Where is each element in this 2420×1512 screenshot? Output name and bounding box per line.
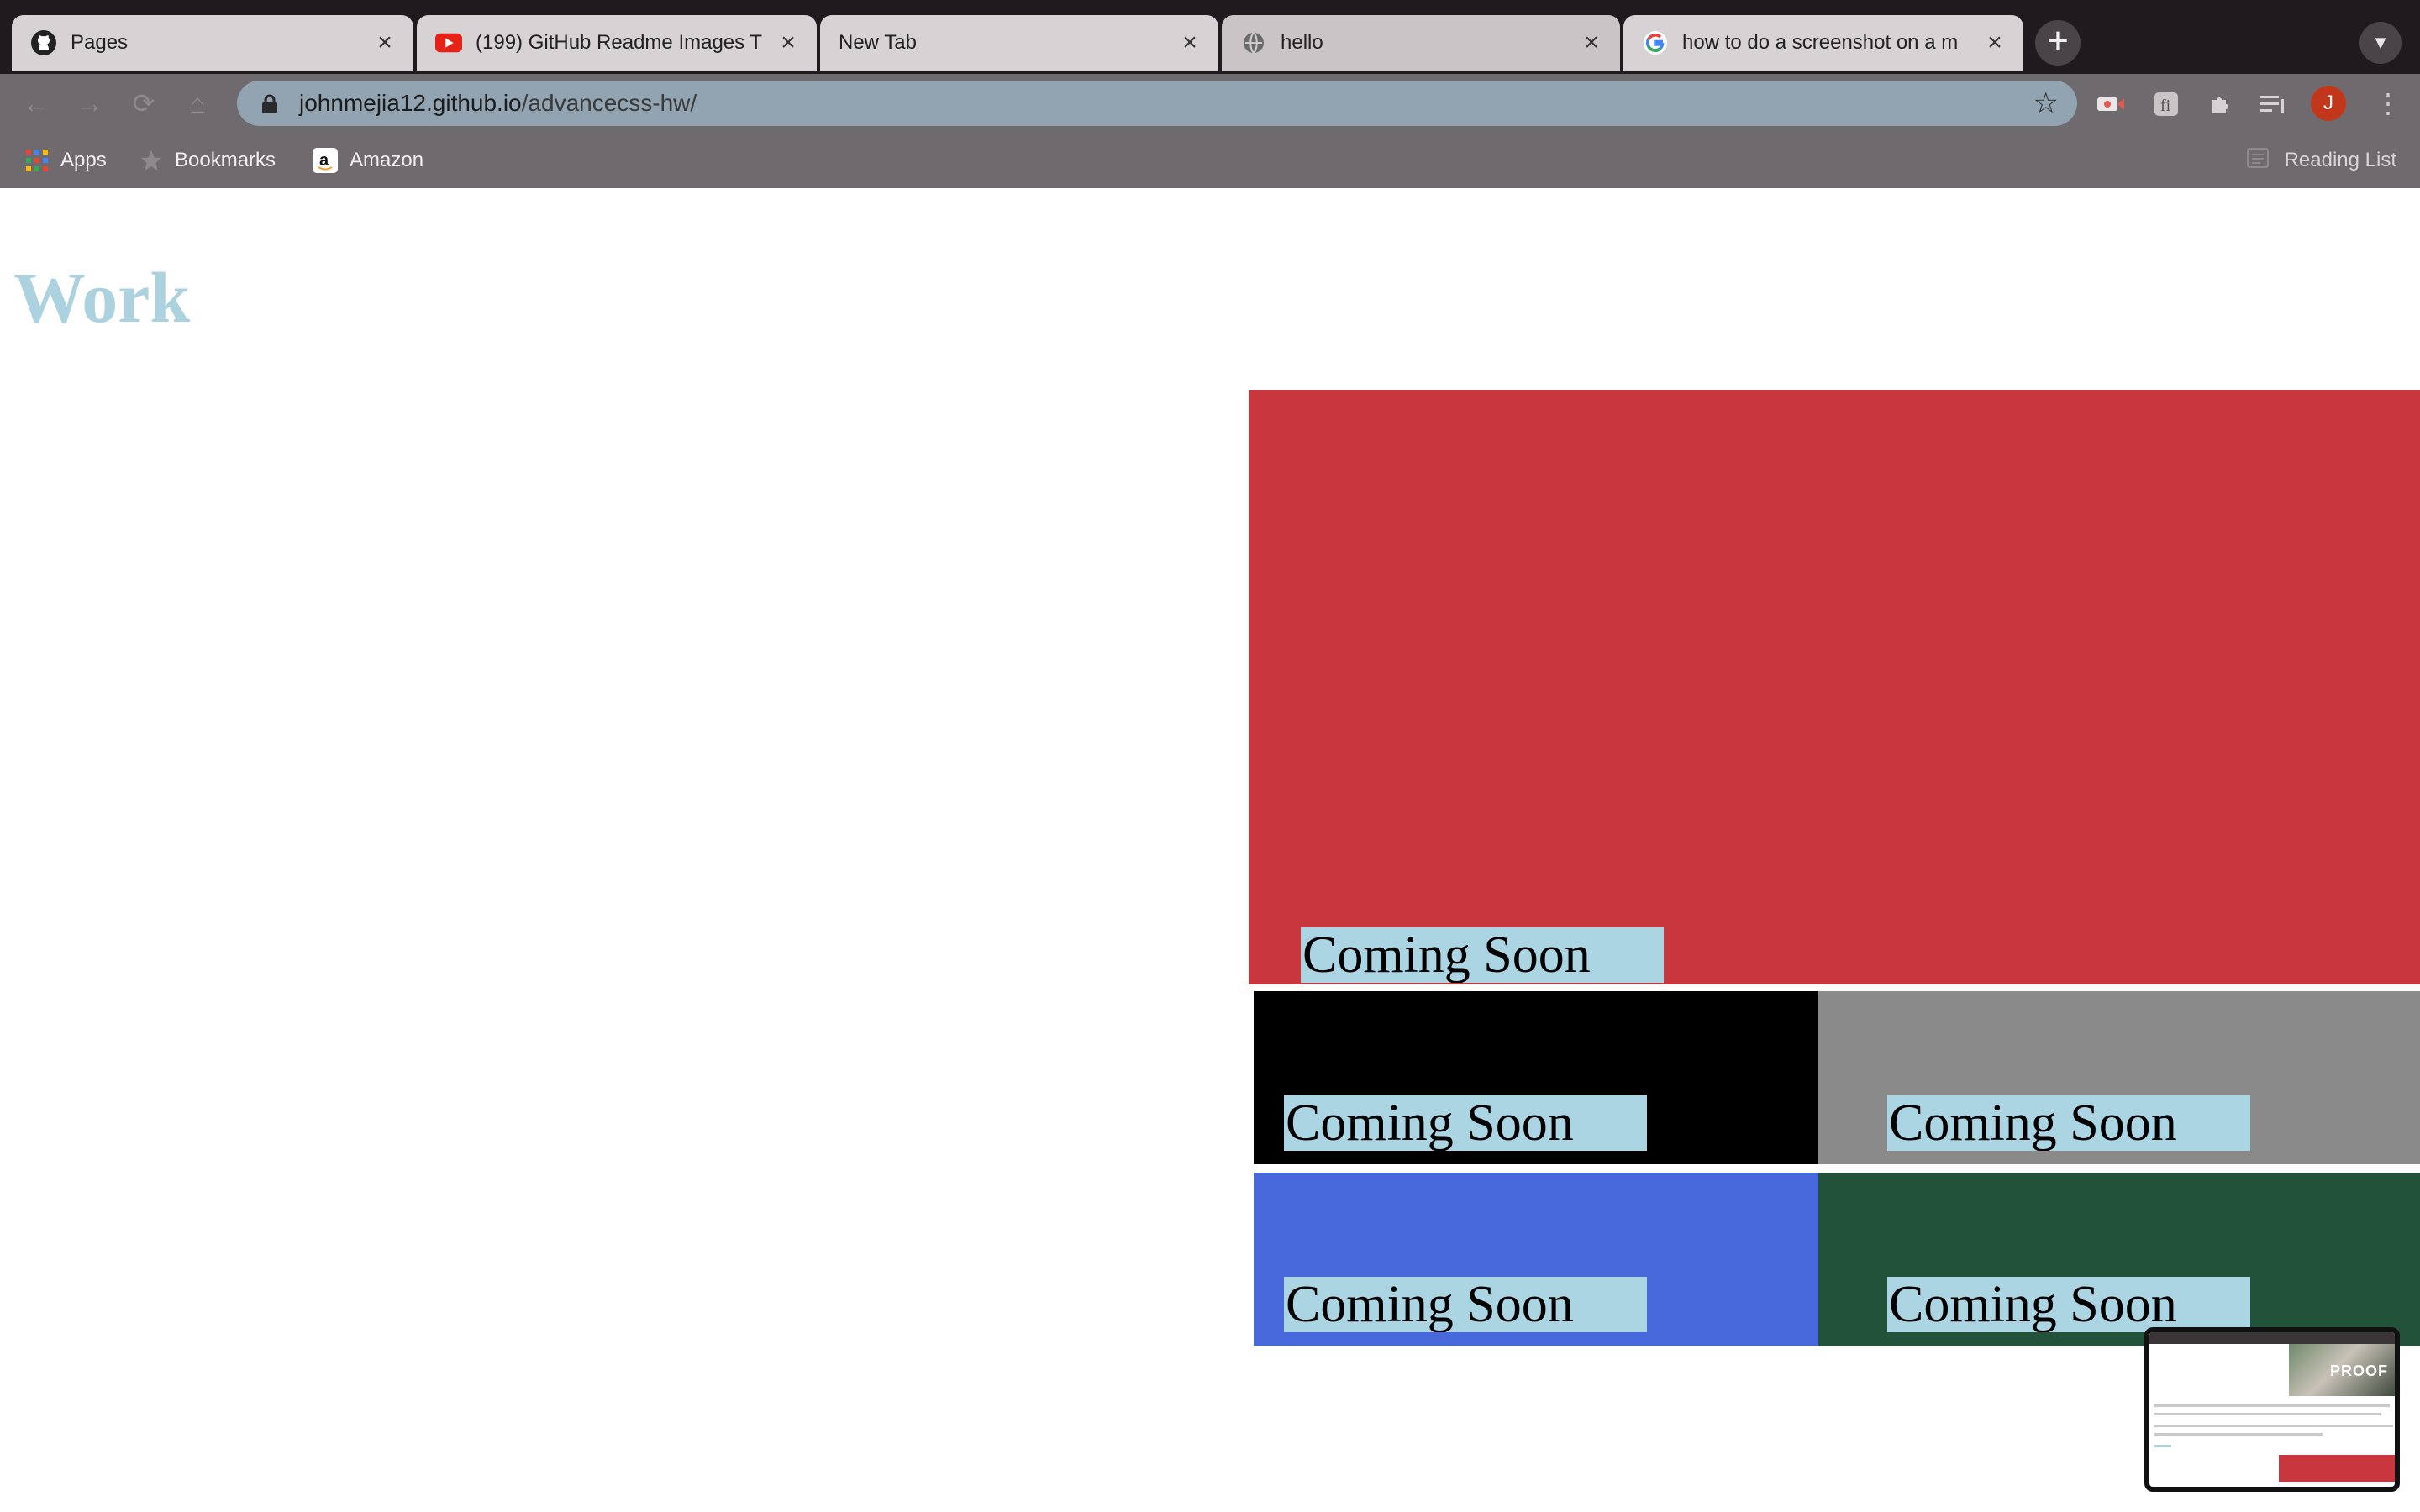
thumbnail-text-line — [2154, 1404, 2390, 1407]
bookmarks-bar: Apps Bookmarks a Amazon Reading List — [0, 133, 2420, 188]
youtube-icon — [435, 29, 462, 56]
tab-hello[interactable]: hello × — [1222, 15, 1620, 71]
work-tile-green: Coming Soon — [1818, 1173, 2420, 1346]
thumbnail-text-line — [2154, 1413, 2381, 1415]
thumbnail-preview: PROOF — [2149, 1332, 2395, 1487]
coming-soon-label: Coming Soon — [1284, 1277, 1647, 1332]
google-icon — [1642, 29, 1669, 56]
tab-new-tab[interactable]: New Tab × — [820, 15, 1218, 71]
svg-text:fi: fi — [2160, 97, 2171, 115]
bookmark-label: Apps — [60, 149, 107, 171]
tab-pages[interactable]: Pages × — [12, 15, 413, 71]
globe-icon — [1240, 29, 1267, 56]
bookmark-amazon[interactable]: a Amazon — [313, 133, 424, 188]
home-icon[interactable]: ⌂ — [178, 84, 217, 123]
url-host: johnmejia12.github.io — [299, 90, 522, 116]
work-tile-blue: Coming Soon — [1254, 1173, 1818, 1346]
tab-title: (199) GitHub Readme Images T — [476, 31, 763, 54]
coming-soon-label: Coming Soon — [1301, 927, 1664, 983]
font-extension-icon[interactable]: fi — [2151, 89, 2181, 119]
close-icon[interactable]: × — [1983, 30, 2007, 55]
tab-title: hello — [1281, 31, 1323, 54]
tab-title: Pages — [71, 31, 129, 54]
close-icon[interactable]: × — [373, 30, 397, 55]
reading-list-button[interactable]: Reading List — [2246, 133, 2396, 188]
puzzle-extensions-icon[interactable] — [2205, 89, 2235, 119]
thumbnail-red-block — [2279, 1455, 2395, 1482]
url-text: johnmejia12.github.io/advancecss-hw/ — [299, 90, 697, 117]
reload-icon[interactable]: ⟳ — [124, 84, 163, 123]
browser-toolbar: ← → ⟳ ⌂ johnmejia12.github.io/advancecss… — [0, 74, 2420, 133]
coming-soon-label: Coming Soon — [1284, 1095, 1647, 1151]
close-icon[interactable]: × — [1178, 30, 1202, 55]
video-extension-icon[interactable] — [2096, 89, 2126, 119]
lock-icon — [260, 94, 279, 113]
thumbnail-browser-bar — [2149, 1332, 2395, 1344]
tab-google-search[interactable]: how to do a screenshot on a m × — [1623, 15, 2023, 71]
thumbnail-heading — [2154, 1445, 2171, 1447]
chevron-down-icon: ▼ — [2371, 32, 2390, 53]
svg-text:a: a — [319, 151, 329, 170]
close-icon[interactable]: × — [776, 30, 800, 55]
github-icon — [30, 29, 57, 56]
bookmark-bookmarks[interactable]: Bookmarks — [139, 133, 276, 188]
reading-queue-icon[interactable] — [2257, 89, 2287, 119]
apps-grid-icon — [25, 149, 49, 172]
url-path: /advancecss-hw/ — [521, 90, 697, 116]
screenshot-thumbnail[interactable]: PROOF — [2144, 1327, 2400, 1492]
work-tile-black: Coming Soon — [1254, 991, 1818, 1164]
page-title: Work — [13, 257, 191, 338]
tab-search-button[interactable]: ▼ — [2360, 22, 2402, 64]
thumbnail-text-line — [2154, 1433, 2323, 1436]
tab-title: how to do a screenshot on a m — [1682, 31, 1959, 54]
star-icon — [139, 149, 163, 172]
work-tile-large: Coming Soon — [1249, 390, 2420, 984]
profile-avatar[interactable]: J — [2311, 86, 2346, 121]
thumbnail-photo-label: PROOF — [2329, 1362, 2388, 1379]
new-tab-button[interactable]: + — [2035, 20, 2081, 66]
work-tile-gray: Coming Soon — [1818, 991, 2420, 1164]
bookmark-label: Bookmarks — [175, 149, 276, 171]
tab-youtube[interactable]: (199) GitHub Readme Images T × — [417, 15, 817, 71]
coming-soon-label: Coming Soon — [1887, 1095, 2250, 1151]
bookmark-star-icon[interactable]: ☆ — [2033, 89, 2059, 118]
thumbnail-text-line — [2154, 1425, 2393, 1427]
tab-strip: Pages × (199) GitHub Readme Images T × N… — [0, 0, 2420, 74]
tab-title: New Tab — [839, 31, 917, 54]
back-arrow-icon[interactable]: ← — [17, 84, 55, 123]
more-menu-icon[interactable]: ⋮ — [2375, 86, 2402, 121]
reading-list-icon — [2246, 147, 2270, 175]
amazon-icon: a — [313, 148, 338, 173]
coming-soon-label: Coming Soon — [1887, 1277, 2250, 1332]
forward-arrow-icon[interactable]: → — [71, 84, 109, 123]
bookmark-apps[interactable]: Apps — [25, 133, 107, 188]
page-content: Work Coming Soon Coming Soon Coming Soon… — [0, 188, 2420, 1512]
thumbnail-photo: PROOF — [2289, 1344, 2395, 1396]
close-icon[interactable]: × — [1580, 30, 1603, 55]
address-bar[interactable]: johnmejia12.github.io/advancecss-hw/ ☆ — [237, 81, 2077, 126]
reading-list-label: Reading List — [2284, 149, 2396, 171]
bookmark-label: Amazon — [350, 149, 424, 171]
